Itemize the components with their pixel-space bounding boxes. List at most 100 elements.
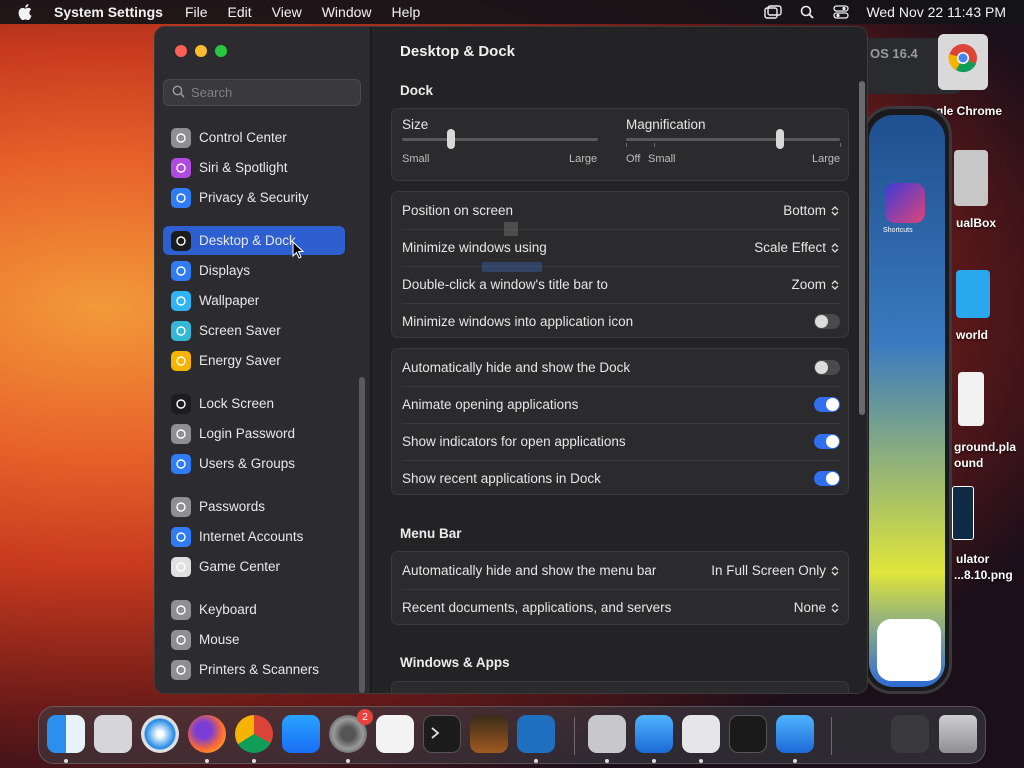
playground-file-icon[interactable] [958,372,984,426]
magnification-slider-knob[interactable] [776,129,785,149]
running-indicator [346,759,350,763]
sidebar-item-mouse[interactable]: Mouse [163,625,345,654]
sidebar-item-siri-spotlight[interactable]: Siri & Spotlight [163,153,345,182]
show-indicators-toggle[interactable] [814,434,840,449]
recent-documents-popup[interactable]: None [794,600,840,615]
chevron-updown-icon [830,278,840,292]
show-indicators-label: Show indicators for open applications [402,434,626,449]
autohide-menubar-popup[interactable]: In Full Screen Only [711,563,840,578]
sidebar-item-label: Screen Saver [199,323,281,338]
recent-documents-label: Recent documents, applications, and serv… [402,600,672,615]
sidebar-item-desktop-dock[interactable]: Desktop & Dock [163,226,345,255]
menu-window[interactable]: Window [322,4,372,20]
magnification-slider-track[interactable] [626,138,840,141]
sidebar: Control Center Siri & Spotlight Privacy & … [155,27,371,693]
sidebar-item-energy-saver[interactable]: Energy Saver [163,346,345,375]
downloads-stack-icon[interactable] [843,715,881,753]
sidebar-item-label: Mouse [199,632,240,647]
running-indicator [252,759,256,763]
png-file-icon[interactable] [952,486,974,540]
garageband-icon[interactable] [470,715,508,753]
chrome-file-icon[interactable] [938,34,988,90]
position-popup[interactable]: Bottom [783,203,840,218]
spotlight-search-icon[interactable] [798,4,816,20]
simulator-icon[interactable] [682,715,720,753]
close-button[interactable] [175,45,187,57]
clock[interactable]: Wed Nov 22 11:43 PM [866,4,1006,20]
autohide-dock-toggle[interactable] [814,360,840,375]
sidebar-item-passwords[interactable]: Passwords [163,492,345,521]
mouse-cursor-icon [292,241,304,259]
show-recent-toggle[interactable] [814,471,840,486]
folder-icon[interactable] [956,270,990,318]
instruments-icon[interactable] [776,715,814,753]
app-store-icon[interactable] [282,715,320,753]
sidebar-item-lock-screen[interactable]: Lock Screen [163,389,345,418]
safari-icon[interactable] [141,715,179,753]
zoom-button[interactable] [215,45,227,57]
sidebar-item-keyboard[interactable]: Keyboard [163,595,345,624]
double-click-popup[interactable]: Zoom [791,277,840,292]
stage-manager-icon[interactable] [764,4,783,20]
size-slider-knob[interactable] [447,129,455,149]
chrome-icon[interactable] [235,715,273,753]
vscode-icon[interactable] [517,715,555,753]
sidebar-item-label: Users & Groups [199,456,296,471]
sidebar-item-printers-scanners[interactable]: Printers & Scanners [163,655,345,684]
magnification-min-label: Small [648,153,676,165]
sidebar-item-screen-saver[interactable]: Screen Saver [163,316,345,345]
sidebar-item-privacy-security[interactable]: Privacy & Security [163,183,345,212]
activity-monitor-icon[interactable] [729,715,767,753]
system-settings-icon[interactable]: 2 [329,709,373,753]
menu-view[interactable]: View [272,4,302,20]
minimize-into-icon-toggle[interactable] [814,314,840,329]
sidebar-item-control-center[interactable]: Control Center [163,123,345,152]
apple-icon[interactable] [18,4,36,20]
menu-edit[interactable]: Edit [228,4,252,20]
animate-opening-toggle[interactable] [814,397,840,412]
virtualbox-file-icon[interactable] [954,150,988,206]
shortcuts-app-icon[interactable] [885,183,925,223]
documents-stack-icon[interactable] [891,715,929,753]
size-slider-track[interactable] [402,138,598,141]
launchpad-icon[interactable] [94,715,132,753]
sidebar-item-login-password[interactable]: Login Password [163,419,345,448]
system-settings-window: Control Center Siri & Spotlight Privacy & … [154,26,868,694]
terminal-icon[interactable] [423,715,461,753]
control-center-icon[interactable] [832,4,850,20]
search-input[interactable] [191,85,351,100]
sidebar-item-game-center[interactable]: Game Center [163,552,345,581]
xcode-icon[interactable] [635,715,673,753]
running-indicator [205,759,209,763]
magnification-off-label: Off [626,153,641,165]
trash-icon[interactable] [939,715,977,753]
iphone-simulator[interactable]: Shortcuts [862,106,952,694]
folder-label: world [956,328,988,342]
sidebar-item-wallpaper[interactable]: Wallpaper [163,286,345,315]
mouse-icon [171,629,191,650]
app-menu[interactable]: System Settings [54,4,163,20]
installer-icon[interactable] [588,715,626,753]
sidebar-scrollbar[interactable] [359,377,365,693]
game-center-icon [171,556,191,577]
minimize-button[interactable] [195,45,207,57]
sidebar-item-label: Desktop & Dock [199,233,296,248]
sidebar-item-label: Energy Saver [199,353,281,368]
sidebar-item-label: Lock Screen [199,396,275,411]
firefox-icon[interactable] [188,715,226,753]
minimize-effect-popup[interactable]: Scale Effect [754,240,840,255]
running-indicator [605,759,609,763]
phone-screen: Shortcuts [869,115,945,687]
textedit-icon[interactable] [376,715,414,753]
finder-icon[interactable] [47,715,85,753]
sidebar-item-internet-accounts[interactable]: Internet Accounts [163,522,345,551]
content-scrollbar[interactable] [859,81,865,415]
shortcuts-app-label: Shortcuts [883,227,913,234]
search-field[interactable] [163,79,361,106]
hand-icon [171,187,191,208]
menu-file[interactable]: File [185,4,208,20]
menu-help[interactable]: Help [392,4,421,20]
sidebar-item-users-groups[interactable]: Users & Groups [163,449,345,478]
magnification-slider-block: Magnification [626,117,840,132]
sidebar-item-displays[interactable]: Displays [163,256,345,285]
